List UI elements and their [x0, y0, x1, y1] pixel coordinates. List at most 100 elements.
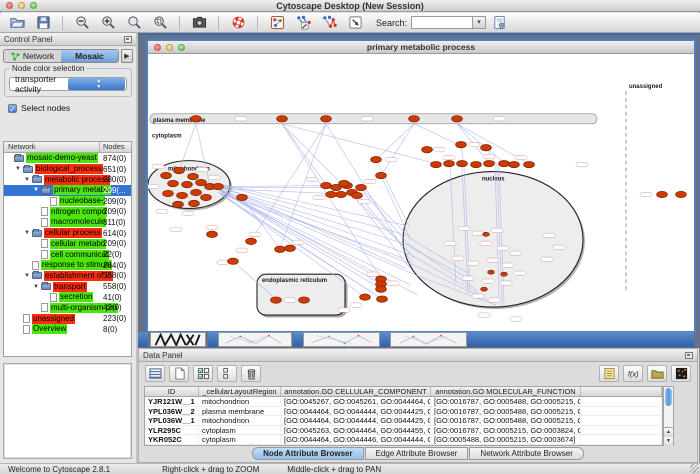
network-node[interactable]	[173, 201, 184, 207]
scroll-up-button[interactable]: ▲	[664, 428, 673, 437]
table-cell[interactable]: cytoplasm	[199, 435, 281, 444]
table-cell[interactable]: mitochondrion	[199, 397, 281, 406]
network-node-small[interactable]	[483, 232, 490, 236]
network-node[interactable]	[213, 183, 224, 189]
network-node[interactable]	[168, 180, 179, 186]
table-cell[interactable]: YLR295C	[145, 426, 199, 435]
network-node[interactable]	[237, 194, 248, 200]
select-attributes-button[interactable]	[193, 365, 213, 382]
network-node[interactable]	[246, 238, 257, 244]
select-nodes-checkbox[interactable]: ✓	[8, 104, 17, 113]
tree-row[interactable]: nucleobase-209(0)	[4, 196, 131, 207]
table-row[interactable]: YPL036W__1mitochondrion[GO:0044464, GO:0…	[145, 416, 662, 426]
tree-row[interactable]: Overview8(0)	[4, 324, 131, 335]
table-row[interactable]: YDR039C__1mitochondrion[GO:0044464, GO:0…	[145, 445, 662, 446]
table-cell[interactable]: YDR039C__1	[145, 445, 199, 446]
node-color-dropdown[interactable]: transporter activity ▲▼	[9, 77, 127, 91]
table-cell[interactable]	[581, 416, 662, 425]
background-window-titlebar[interactable]	[467, 332, 694, 347]
tree-row[interactable]: secretion41(0)	[4, 292, 131, 303]
network-node[interactable]	[207, 231, 218, 237]
network-edge[interactable]	[218, 186, 326, 187]
search-input[interactable]	[411, 16, 473, 29]
attribute-table-button[interactable]	[145, 365, 165, 382]
network-node[interactable]	[161, 172, 172, 178]
table-cell[interactable]	[581, 426, 662, 435]
network-node[interactable]	[174, 167, 185, 173]
background-window-thumbnail[interactable]	[390, 332, 467, 347]
network-node[interactable]	[657, 191, 668, 197]
zoom-in-button[interactable]	[96, 14, 120, 32]
tree-expander-icon[interactable]: ▼	[24, 273, 32, 279]
network-node[interactable]	[356, 184, 367, 190]
table-cell[interactable]: [GO:0016787, GO:0005488, GO:0005215, G..…	[431, 397, 581, 406]
float-panel-icon[interactable]	[124, 36, 132, 43]
table-row[interactable]: YLR295Ccytoplasm[GO:0045263, GO:0044464,…	[145, 426, 662, 436]
network-node[interactable]	[481, 144, 492, 150]
network-canvas[interactable]: plasma membranecytoplasmmitochondrionnuc…	[148, 54, 694, 331]
network-edge[interactable]	[414, 124, 461, 146]
save-session-button[interactable]	[31, 14, 55, 32]
scrollbar-thumb[interactable]	[665, 388, 672, 406]
network-node[interactable]	[277, 116, 288, 122]
float-panel-icon[interactable]	[685, 352, 693, 359]
table-cell[interactable]	[581, 445, 662, 446]
snapshot-button[interactable]	[187, 14, 211, 32]
scroll-down-button[interactable]: ▼	[664, 437, 673, 446]
tree-column-nodes[interactable]: Nodes	[100, 142, 125, 152]
annotation-button[interactable]	[343, 14, 367, 32]
table-cell[interactable]: [GO:0045263, GO:0044464, GO:0044455, G..…	[281, 426, 431, 435]
background-window-thumbnail[interactable]	[218, 332, 292, 347]
network-node-small[interactable]	[488, 270, 495, 274]
network-node[interactable]	[326, 191, 337, 197]
network-edge[interactable]	[282, 124, 436, 164]
table-cell[interactable]: YKR052C	[145, 435, 199, 444]
tree-row[interactable]: unassigned223(0)	[4, 313, 131, 324]
tab-network-attribute-browser[interactable]: Network Attribute Browser	[469, 447, 583, 460]
tree-row[interactable]: cell communicat22(0)	[4, 249, 131, 260]
tree-row[interactable]: ▼metabolic process280(0)	[4, 174, 131, 185]
tree-row[interactable]: response to stimulu264(0)	[4, 260, 131, 271]
network-node[interactable]	[189, 200, 200, 206]
table-cell[interactable]: YPL036W__1	[145, 416, 199, 425]
network-node[interactable]	[484, 160, 495, 166]
table-cell[interactable]: [GO:0016787, GO:0005215, GO:0003824, G..…	[431, 426, 581, 435]
network-edge[interactable]	[220, 190, 381, 280]
tree-row[interactable]: cellular metabo209(0)	[4, 239, 131, 250]
network-node[interactable]	[499, 160, 510, 166]
formula-builder-button[interactable]: f(x)	[623, 365, 643, 382]
background-window-border[interactable]	[138, 332, 148, 347]
network-window-titlebar[interactable]: primary metabolic process	[148, 41, 694, 54]
tree-expander-icon[interactable]: ▼	[33, 284, 41, 290]
network-node[interactable]	[228, 258, 239, 264]
table-cell[interactable]: [GO:0044464, GO:0044444, GO:0044425, G..…	[281, 407, 431, 416]
table-cell[interactable]: [GO:0005488, GO:0005215, GO:0003674]	[431, 435, 581, 444]
resize-grip[interactable]	[690, 464, 699, 473]
network-node[interactable]	[163, 190, 174, 196]
network-node[interactable]	[196, 179, 207, 185]
background-window-thumbnail[interactable]	[150, 332, 206, 347]
network-node[interactable]	[339, 180, 350, 186]
tab-node-attribute-browser[interactable]: Node Attribute Browser	[252, 447, 364, 460]
network-edge[interactable]	[220, 190, 416, 276]
network-node[interactable]	[352, 192, 363, 198]
network-node[interactable]	[422, 146, 433, 152]
table-cell[interactable]	[581, 407, 662, 416]
delete-attribute-button[interactable]	[241, 365, 261, 382]
table-row[interactable]: YPL036W__2plasma membrane[GO:0044464, GO…	[145, 407, 662, 417]
network-node[interactable]	[191, 189, 202, 195]
tree-row[interactable]: ▼cellular process614(0)	[4, 228, 131, 239]
help-button[interactable]	[226, 14, 250, 32]
network-node[interactable]	[409, 116, 420, 122]
search-options-button[interactable]	[487, 14, 511, 32]
zoom-fit-button[interactable]	[122, 14, 146, 32]
table-cell[interactable]: [GO:0016787, GO:0005488, GO:0005215, G..…	[431, 445, 581, 446]
background-window-border[interactable]	[208, 332, 218, 347]
network-edge[interactable]	[221, 191, 381, 285]
network-node[interactable]	[299, 297, 310, 303]
attribute-editor-button[interactable]	[599, 365, 619, 382]
zoom-selected-button[interactable]	[148, 14, 172, 32]
network-node[interactable]	[457, 160, 468, 166]
vizmapper-button[interactable]	[265, 14, 289, 32]
tab-mosaic[interactable]: Mosaic	[61, 50, 118, 62]
